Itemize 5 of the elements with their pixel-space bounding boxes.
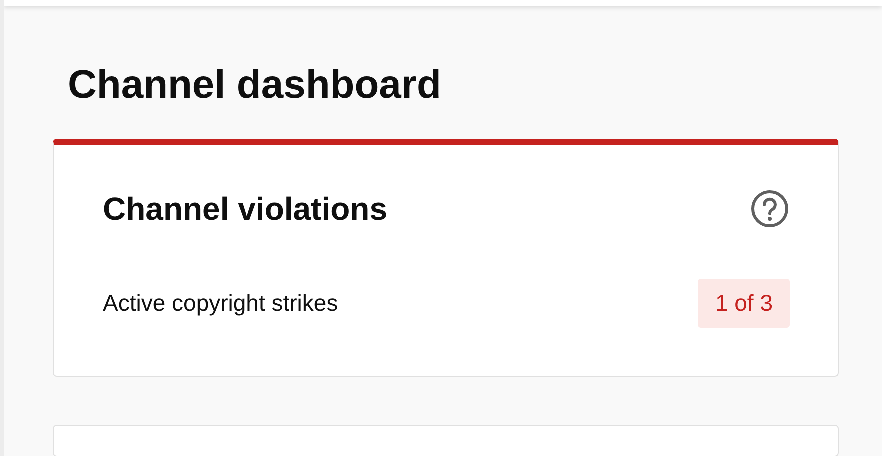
strike-count-badge: 1 of 3 — [698, 279, 790, 328]
page-title: Channel dashboard — [68, 62, 442, 109]
strikes-label: Active copyright strikes — [103, 290, 338, 317]
card-title: Channel violations — [103, 190, 388, 229]
help-icon[interactable] — [750, 189, 790, 229]
